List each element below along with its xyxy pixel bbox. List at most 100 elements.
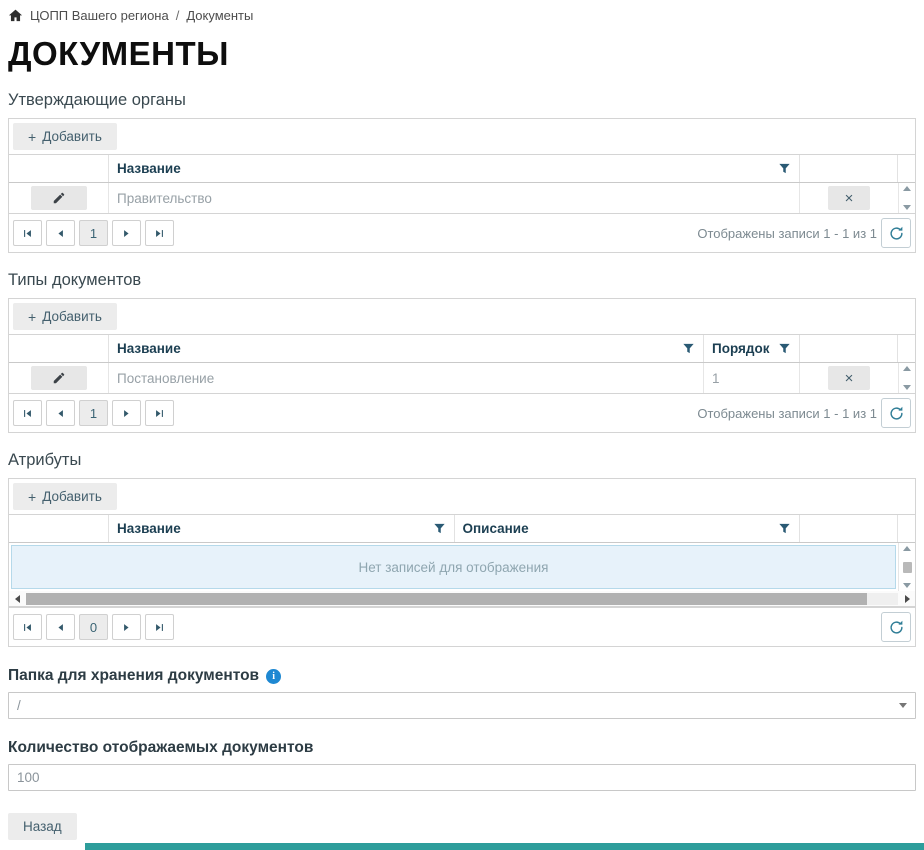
section-approving-bodies: Утверждающие органы + Добавить Название [8, 91, 916, 253]
page-title: ДОКУМЕНТЫ [8, 35, 916, 73]
filter-icon[interactable] [682, 342, 695, 355]
horizontal-scroll-thumb[interactable] [26, 593, 867, 605]
pager-last-button[interactable] [145, 400, 174, 426]
scroll-down-icon[interactable] [903, 583, 911, 588]
prev-page-icon [55, 408, 66, 419]
home-icon[interactable] [8, 8, 23, 23]
pager-first-button[interactable] [13, 220, 42, 246]
attributes-toolbar: + Добавить [9, 479, 915, 515]
filter-icon[interactable] [778, 162, 791, 175]
scroll-down-icon[interactable] [903, 205, 911, 210]
attributes-name-column-header: Название [109, 515, 455, 542]
column-label-order: Порядок [712, 341, 769, 356]
attributes-header-scroll-spacer [898, 515, 915, 542]
doc-types-body: Постановление 1 × [9, 363, 915, 393]
last-page-icon [154, 622, 165, 633]
doc-types-header-row: Название Порядок [9, 335, 915, 363]
first-page-icon [22, 622, 33, 633]
filter-icon[interactable] [778, 342, 791, 355]
delete-row-button[interactable]: × [828, 186, 870, 210]
pager-prev-button[interactable] [46, 614, 75, 640]
attributes-horizontal-scrollbar[interactable] [9, 591, 915, 607]
doc-types-name-column-header: Название [109, 335, 704, 362]
table-row: Постановление 1 × [9, 363, 898, 393]
next-page-icon [121, 408, 132, 419]
docs-count-input[interactable] [8, 764, 916, 791]
add-attribute-button[interactable]: + Добавить [13, 483, 117, 510]
approving-vertical-scrollbar[interactable] [898, 183, 915, 213]
attributes-grid: + Добавить Название Описание Нет записей… [8, 478, 916, 647]
folder-label: Папка для хранения документов [8, 667, 259, 685]
edit-row-button[interactable] [31, 186, 87, 210]
pager-current-page[interactable]: 0 [79, 614, 108, 640]
pager-first-button[interactable] [13, 614, 42, 640]
pager-current-page[interactable]: 1 [79, 400, 108, 426]
folder-label-row: Папка для хранения документов i [8, 667, 916, 685]
back-button[interactable]: Назад [8, 813, 77, 840]
plus-icon: + [28, 130, 36, 144]
filter-icon[interactable] [433, 522, 446, 535]
pager-next-button[interactable] [112, 400, 141, 426]
scroll-up-icon[interactable] [903, 366, 911, 371]
breadcrumb: ЦОПП Вашего региона / Документы [8, 8, 916, 23]
next-page-icon [121, 622, 132, 633]
approving-header-scroll-spacer [898, 155, 915, 182]
scroll-right-icon[interactable] [899, 591, 915, 607]
refresh-button[interactable] [881, 218, 911, 248]
section-title-doc-types: Типы документов [8, 271, 916, 290]
next-page-icon [121, 228, 132, 239]
section-document-types: Типы документов + Добавить Название Поря… [8, 271, 916, 433]
refresh-icon [888, 225, 905, 242]
info-icon[interactable]: i [266, 669, 281, 684]
scroll-up-icon[interactable] [903, 546, 911, 551]
breadcrumb-root-link[interactable]: ЦОПП Вашего региона [30, 8, 169, 23]
delete-row-button[interactable]: × [828, 366, 870, 390]
doc-types-order-column-header: Порядок [704, 335, 800, 362]
add-button-label: Добавить [42, 309, 102, 324]
horizontal-scroll-track[interactable] [26, 593, 898, 605]
attributes-vertical-scrollbar[interactable] [898, 543, 915, 591]
scroll-left-icon[interactable] [9, 591, 25, 607]
doc-types-vertical-scrollbar[interactable] [898, 363, 915, 393]
pager-prev-button[interactable] [46, 220, 75, 246]
attributes-body: Нет записей для отображения [9, 543, 915, 591]
doc-types-actions-column-header [800, 335, 898, 362]
approving-name-column-header: Название [109, 155, 800, 182]
records-status: Отображены записи 1 - 1 из 1 [697, 226, 877, 241]
column-label-name: Название [117, 341, 181, 356]
section-title-approving: Утверждающие органы [8, 91, 916, 110]
pager-first-button[interactable] [13, 400, 42, 426]
attributes-description-column-header: Описание [455, 515, 801, 542]
empty-state-wrap: Нет записей для отображения [9, 543, 898, 591]
pager-last-button[interactable] [145, 614, 174, 640]
refresh-icon [888, 405, 905, 422]
attributes-edit-column-header [9, 515, 109, 542]
approving-actions-column-header [800, 155, 898, 182]
pager-next-button[interactable] [112, 220, 141, 246]
filter-icon[interactable] [778, 522, 791, 535]
pager-current-page[interactable]: 1 [79, 220, 108, 246]
add-doc-type-button[interactable]: + Добавить [13, 303, 117, 330]
pager-prev-button[interactable] [46, 400, 75, 426]
edit-row-button[interactable] [31, 366, 87, 390]
pager-next-button[interactable] [112, 614, 141, 640]
scroll-down-icon[interactable] [903, 385, 911, 390]
attributes-header-row: Название Описание [9, 515, 915, 543]
column-label-name: Название [117, 521, 181, 536]
refresh-button[interactable] [881, 612, 911, 642]
add-approving-button[interactable]: + Добавить [13, 123, 117, 150]
approving-toolbar: + Добавить [9, 119, 915, 155]
approving-grid: + Добавить Название Правительство [8, 118, 916, 253]
add-button-label: Добавить [42, 129, 102, 144]
column-label-description: Описание [463, 521, 529, 536]
folder-select[interactable]: / [8, 692, 916, 719]
records-status: Отображены записи 1 - 1 из 1 [697, 406, 877, 421]
scrollbar-thumb[interactable] [903, 562, 912, 573]
pencil-icon [52, 371, 66, 385]
close-icon: × [845, 191, 854, 206]
section-title-attributes: Атрибуты [8, 451, 916, 470]
breadcrumb-separator: / [176, 8, 180, 23]
refresh-button[interactable] [881, 398, 911, 428]
pager-last-button[interactable] [145, 220, 174, 246]
scroll-up-icon[interactable] [903, 186, 911, 191]
